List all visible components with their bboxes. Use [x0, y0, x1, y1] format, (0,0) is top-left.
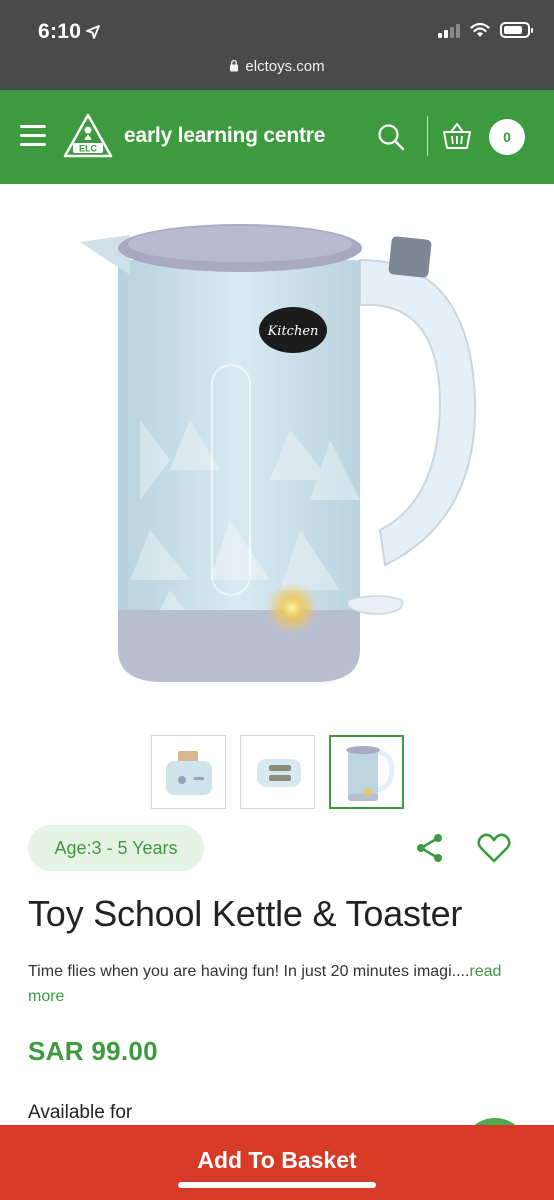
- thumbnail-kettle[interactable]: [329, 735, 404, 809]
- status-bar: 6:10 elctoys.com: [0, 0, 554, 90]
- product-description: Time flies when you are having fun! In j…: [28, 959, 528, 1009]
- availability-label: Available for: [28, 1102, 133, 1123]
- age-range-badge: Age:3 - 5 Years: [28, 825, 204, 871]
- logo-text: ELC: [79, 144, 98, 154]
- product-title: Toy School Kettle & Toaster: [28, 893, 463, 934]
- menu-button[interactable]: [20, 125, 46, 147]
- site-header: ELC early learning centre 0: [0, 90, 554, 184]
- kettle-product-image[interactable]: Kitchen: [60, 200, 500, 710]
- basket-count-badge[interactable]: 0: [489, 119, 525, 155]
- elc-logo[interactable]: ELC: [62, 112, 114, 160]
- share-icon[interactable]: [414, 832, 446, 864]
- thumbnail-toaster-top[interactable]: [240, 735, 315, 809]
- basket-icon[interactable]: [442, 121, 472, 151]
- battery-icon: [500, 22, 533, 38]
- wifi-icon: [470, 22, 490, 37]
- kettle-thumbnail-image: [345, 746, 395, 801]
- kitchen-badge-text: Kitchen: [267, 324, 319, 339]
- signal-icon: [438, 22, 460, 38]
- product-price: SAR 99.00: [28, 1036, 158, 1066]
- home-indicator: [178, 1182, 376, 1188]
- toaster-thumbnail-image: [165, 751, 212, 795]
- thumbnail-strip: [151, 735, 404, 809]
- url-text: elctoys.com: [245, 58, 325, 75]
- url-bar[interactable]: elctoys.com: [0, 58, 554, 75]
- add-to-basket-label: Add To Basket: [197, 1147, 357, 1173]
- header-divider: [427, 116, 428, 156]
- brand-name[interactable]: early learning centre: [124, 124, 325, 148]
- location-arrow-icon: [86, 25, 100, 39]
- search-icon[interactable]: [376, 122, 406, 152]
- status-indicators: [438, 22, 533, 38]
- toaster-top-thumbnail-image: [256, 759, 301, 787]
- add-to-basket-button[interactable]: Add To Basket: [0, 1125, 554, 1200]
- lock-icon: [230, 59, 239, 72]
- heart-icon[interactable]: [477, 832, 511, 864]
- thumbnail-toaster[interactable]: [151, 735, 226, 809]
- product-page: 6:10 elctoys.com ELC early learning cent…: [0, 0, 554, 1200]
- status-time: 6:10: [38, 20, 82, 43]
- description-text: Time flies when you are having fun! In j…: [28, 963, 470, 980]
